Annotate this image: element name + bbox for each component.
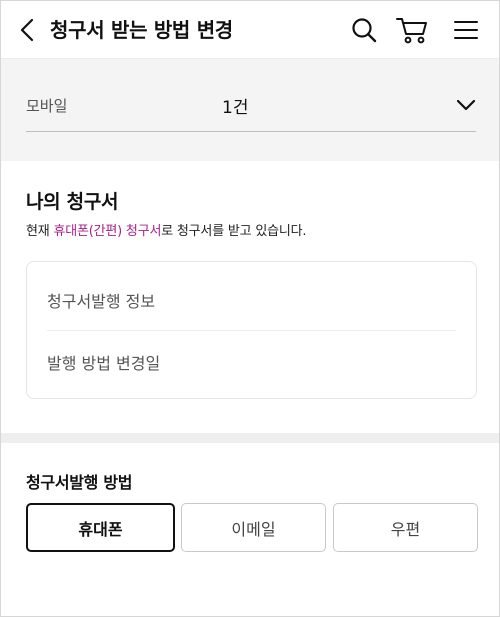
top-app-bar: 청구서 받는 방법 변경 <box>1 1 499 59</box>
method-change-date-label: 발행 방법 변경일 <box>47 354 161 373</box>
line-select-band: 모바일 1건 <box>1 59 499 161</box>
bill-issue-info-label: 청구서발행 정보 <box>47 292 156 311</box>
line-type-label: 모바일 <box>26 97 68 115</box>
option-mail-button[interactable]: 우편 <box>333 503 478 552</box>
page-title: 청구서 받는 방법 변경 <box>50 18 233 42</box>
back-icon <box>20 18 34 42</box>
cart-button[interactable] <box>395 13 429 47</box>
desc-suffix: 로 청구서를 받고 있습니다. <box>161 224 307 239</box>
search-button[interactable] <box>347 13 381 47</box>
menu-button[interactable] <box>449 13 483 47</box>
back-button[interactable] <box>13 15 41 45</box>
option-mobile-button[interactable]: 휴대폰 <box>26 503 175 552</box>
current-bill-description: 현재 휴대폰(간편) 청구서로 청구서를 받고 있습니다. <box>26 220 307 239</box>
bill-info-card: 청구서발행 정보 발행 방법 변경일 <box>26 261 477 399</box>
page: 청구서 받는 방법 변경 모바일 1건 나의 청구서 현재 휴대폰(간편) 청구… <box>0 0 500 617</box>
divider <box>47 330 456 331</box>
line-count-value: 1건 <box>222 98 249 118</box>
cart-icon <box>396 18 427 44</box>
current-bill-type: 휴대폰(간편) 청구서 <box>53 224 162 239</box>
my-bill-heading: 나의 청구서 <box>26 191 119 213</box>
section-divider <box>1 433 499 443</box>
option-email-button[interactable]: 이메일 <box>181 503 326 552</box>
chevron-down-icon <box>456 99 476 111</box>
menu-icon <box>454 21 478 39</box>
line-select-dropdown[interactable]: 모바일 1건 <box>26 85 476 132</box>
desc-prefix: 현재 <box>26 224 54 239</box>
search-icon <box>352 18 377 43</box>
delivery-method-heading: 청구서발행 방법 <box>26 473 133 492</box>
